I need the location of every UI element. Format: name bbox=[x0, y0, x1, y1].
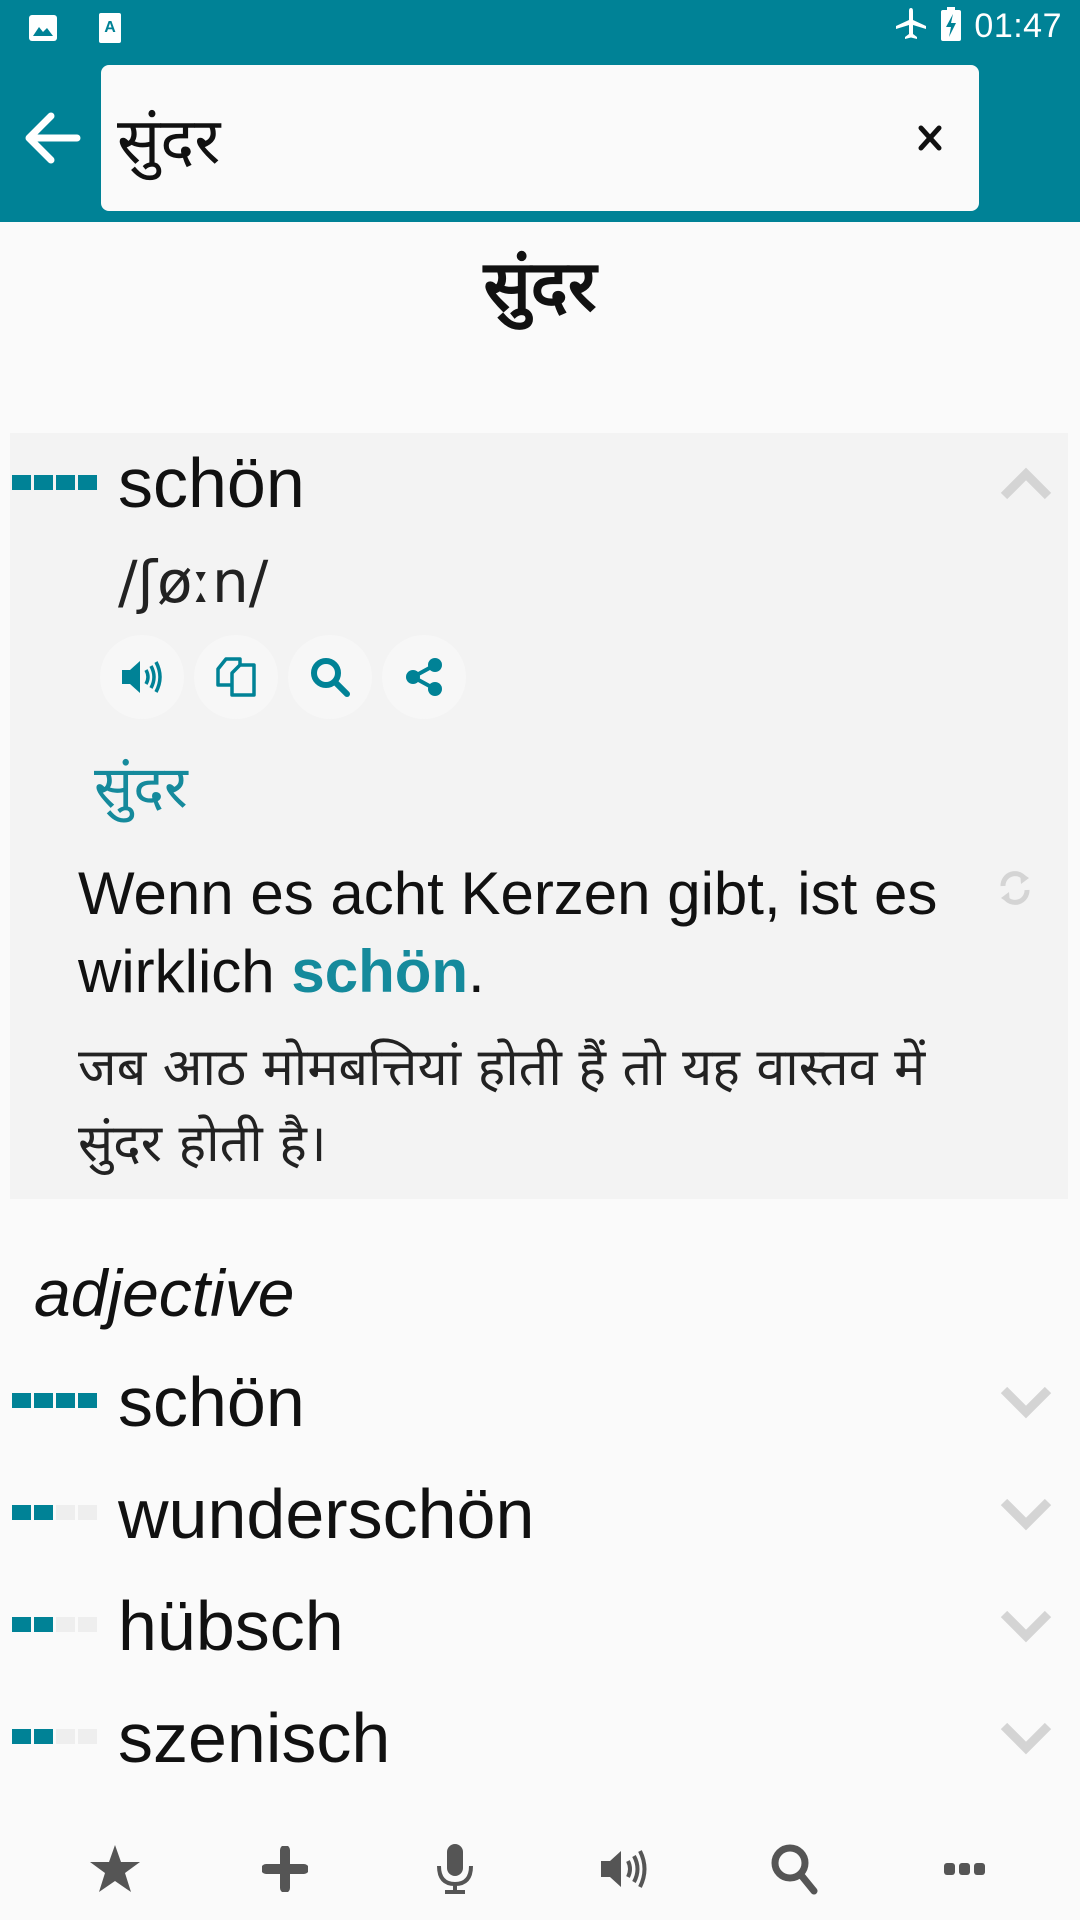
list-item-word: wunderschön bbox=[118, 1475, 535, 1553]
frequency-indicator bbox=[12, 1393, 97, 1408]
list-item-word: szenisch bbox=[118, 1699, 391, 1777]
search-box bbox=[101, 65, 979, 211]
app-bar: A 01:47 bbox=[0, 0, 1080, 222]
search-icon bbox=[311, 658, 350, 697]
copy-button[interactable] bbox=[194, 635, 278, 719]
image-icon bbox=[28, 13, 58, 48]
bottom-toolbar bbox=[0, 1818, 1080, 1920]
speaker-icon bbox=[601, 1850, 647, 1888]
back-button[interactable] bbox=[22, 108, 82, 168]
search-icon bbox=[771, 1844, 818, 1895]
share-button[interactable] bbox=[382, 635, 466, 719]
add-button[interactable] bbox=[245, 1829, 325, 1909]
example-highlight: schön bbox=[291, 938, 469, 1005]
example-text-end: . bbox=[468, 938, 485, 1005]
chevron-down-icon[interactable] bbox=[1000, 1608, 1052, 1644]
frequency-indicator bbox=[12, 1505, 97, 1520]
chevron-down-icon[interactable] bbox=[1000, 1384, 1052, 1420]
part-of-speech-label: adjective bbox=[34, 1256, 295, 1330]
refresh-example-icon[interactable] bbox=[995, 868, 1035, 908]
lookup-button[interactable] bbox=[288, 635, 372, 719]
frequency-indicator bbox=[12, 475, 97, 490]
favorites-button[interactable] bbox=[75, 1829, 155, 1909]
speaker-icon bbox=[122, 661, 162, 693]
arrow-left-icon bbox=[25, 112, 81, 164]
speak-button[interactable] bbox=[585, 1829, 665, 1909]
chevron-down-icon[interactable] bbox=[1000, 1720, 1052, 1756]
search-input[interactable] bbox=[117, 85, 877, 191]
text-a-icon: A bbox=[98, 12, 122, 49]
share-icon bbox=[406, 658, 442, 696]
pronounce-button[interactable] bbox=[100, 635, 184, 719]
battery-charging-icon bbox=[940, 6, 962, 47]
more-button[interactable] bbox=[925, 1829, 1005, 1909]
airplane-mode-icon bbox=[894, 6, 928, 47]
list-item-word: schön bbox=[118, 1363, 305, 1441]
translation-word: सुंदर bbox=[94, 753, 188, 821]
copy-icon bbox=[216, 657, 256, 697]
microphone-icon bbox=[437, 1844, 473, 1894]
more-icon bbox=[944, 1863, 985, 1875]
example-sentence-german: Wenn es acht Kerzen gibt, ist es wirklic… bbox=[78, 855, 958, 1011]
pronunciation: /ʃøːn/ bbox=[118, 548, 269, 616]
star-icon bbox=[90, 1845, 140, 1892]
card-word[interactable]: schön bbox=[118, 443, 305, 523]
voice-input-button[interactable] bbox=[415, 1829, 495, 1909]
status-bar: A 01:47 bbox=[0, 0, 1080, 56]
plus-icon bbox=[262, 1846, 308, 1892]
chevron-up-icon[interactable] bbox=[1000, 466, 1052, 502]
search-button[interactable] bbox=[755, 1829, 835, 1909]
list-item-word: hübsch bbox=[118, 1587, 344, 1665]
example-text: Wenn es acht Kerzen gibt, ist es wirklic… bbox=[78, 860, 938, 1005]
frequency-indicator bbox=[12, 1729, 97, 1744]
chevron-down-icon[interactable] bbox=[1000, 1496, 1052, 1532]
close-icon bbox=[918, 125, 942, 151]
headword: सुंदर bbox=[483, 245, 597, 327]
card-actions bbox=[100, 635, 466, 719]
svg-text:A: A bbox=[104, 19, 116, 36]
frequency-indicator bbox=[12, 1617, 97, 1632]
clear-search-button[interactable] bbox=[903, 111, 957, 165]
clock: 01:47 bbox=[974, 7, 1062, 45]
example-sentence-hindi: जब आठ मोमबत्तियां होती हैं तो यह वास्तव … bbox=[78, 1038, 926, 1174]
